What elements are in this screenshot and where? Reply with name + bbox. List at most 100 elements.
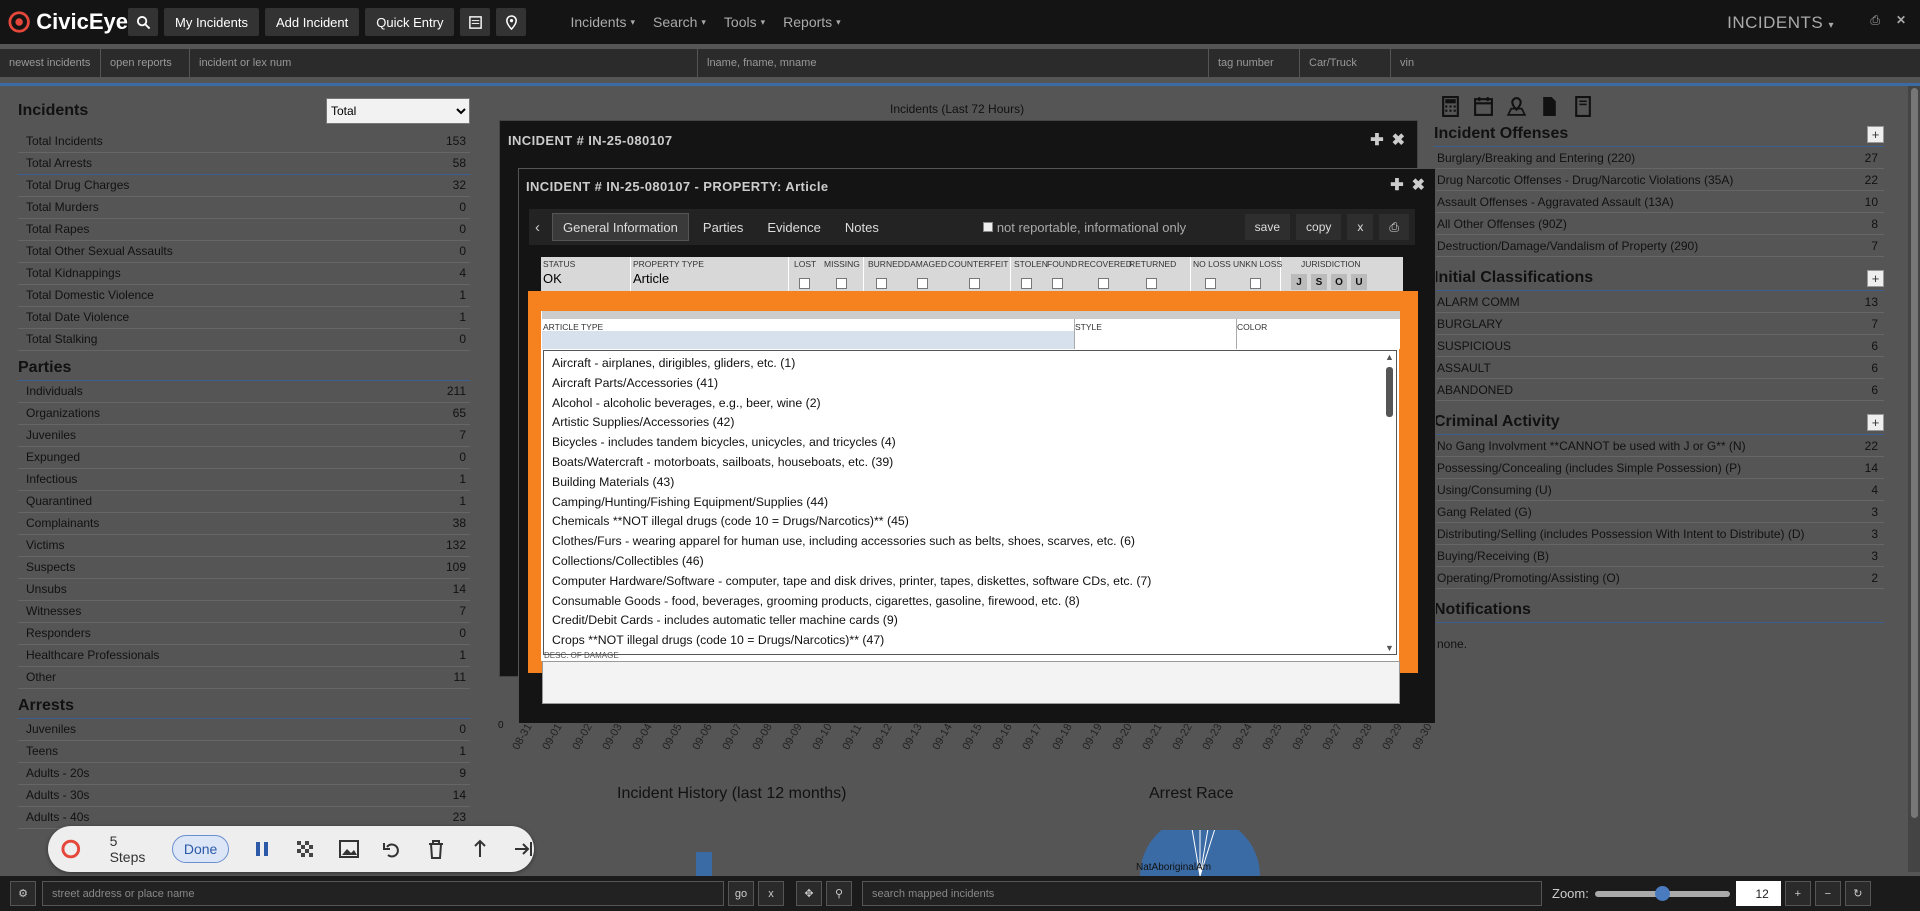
incidents-filter-select[interactable]: Total [326, 98, 470, 124]
list-item[interactable]: Other 11 [18, 667, 470, 689]
open-reports-link[interactable]: open reports [101, 49, 190, 77]
list-item[interactable]: BURGLARY 7 [1434, 313, 1884, 335]
list-item[interactable]: Drug Narcotic Offenses - Drug/Narcotic V… [1434, 169, 1884, 191]
list-button[interactable] [460, 8, 491, 36]
article-type-option[interactable]: Camping/Hunting/Fishing Equipment/Suppli… [544, 490, 1396, 510]
name-search-input[interactable]: lname, fname, mname [698, 49, 1209, 77]
print-button[interactable]: ⎙ [1379, 214, 1409, 240]
print-icon[interactable]: ⎙ [1870, 13, 1880, 28]
pin-button[interactable]: ⚲ [826, 881, 852, 906]
missing-checkbox[interactable] [836, 278, 847, 289]
tab-evidence[interactable]: Evidence [757, 213, 830, 241]
add-criminal-button[interactable]: + [1867, 413, 1884, 431]
list-item[interactable]: Total Rapes 0 [18, 219, 470, 241]
checkbox[interactable] [982, 222, 993, 232]
list-item[interactable]: Expunged 0 [18, 447, 470, 469]
vin-input[interactable]: vin [1391, 49, 1920, 77]
search-button[interactable] [128, 8, 158, 36]
list-item[interactable]: Using/Consuming (U) 4 [1434, 479, 1884, 501]
close-form-button[interactable]: x [1347, 214, 1374, 240]
list-item[interactable]: Adults - 20s 9 [18, 763, 470, 785]
tab-parties[interactable]: Parties [693, 213, 753, 241]
list-item[interactable]: Unsubs 14 [18, 579, 470, 601]
add-incident-button[interactable]: Add Incident [264, 8, 360, 36]
address-input[interactable]: street address or place name [42, 881, 724, 906]
article-type-option[interactable]: Chemicals **NOT illegal drugs (code 10 =… [544, 509, 1396, 529]
list-item[interactable]: Quarantined 1 [18, 491, 470, 513]
menu-search[interactable]: Search [653, 14, 706, 30]
locate-button[interactable]: ✥ [796, 881, 822, 906]
damage-description-field[interactable]: DESC. OF DAMAGE [542, 651, 1400, 704]
app-logo[interactable]: CivicEye [0, 9, 128, 35]
list-item[interactable]: Total Arrests 58 [18, 153, 470, 175]
list-item[interactable]: Suspects 109 [18, 557, 470, 579]
list-item[interactable]: ALARM COMM 13 [1434, 291, 1884, 313]
add-offense-button[interactable]: + [1867, 125, 1884, 143]
stolen-checkbox[interactable] [1021, 278, 1032, 289]
zoom-value[interactable]: 12 [1735, 881, 1781, 906]
settings-button[interactable]: ⚙ [10, 881, 36, 906]
article-type-option[interactable]: Artistic Supplies/Accessories (42) [544, 410, 1396, 430]
list-item[interactable]: Individuals 211 [18, 381, 470, 403]
article-type-option[interactable]: Aircraft - airplanes, dirigibles, glider… [544, 351, 1396, 371]
tab-general-information[interactable]: General Information [552, 213, 689, 241]
dropdown-scroll-thumb[interactable] [1386, 367, 1393, 417]
list-item[interactable]: SUSPICIOUS 6 [1434, 335, 1884, 357]
exit-icon[interactable] [512, 838, 534, 860]
list-item[interactable]: Burglary/Breaking and Entering (220) 27 [1434, 147, 1884, 169]
jurisdiction-u[interactable]: U [1351, 274, 1367, 290]
incident-number-input[interactable]: incident or lex num [190, 49, 698, 77]
save-button[interactable]: save [1244, 214, 1291, 240]
list-item[interactable]: Total Drug Charges 32 [18, 175, 470, 197]
book-icon[interactable] [1572, 96, 1593, 117]
list-item[interactable]: Buying/Receiving (B) 3 [1434, 545, 1884, 567]
property-type-field[interactable]: PROPERTY TYPE Article [631, 257, 789, 293]
counterfeit-checkbox[interactable] [969, 278, 980, 289]
list-item[interactable]: Distributing/Selling (includes Possessio… [1434, 523, 1884, 545]
article-type-option[interactable]: Alcohol - alcoholic beverages, e.g., bee… [544, 391, 1396, 411]
damaged-checkbox[interactable] [917, 278, 928, 289]
go-button[interactable]: go [728, 881, 754, 906]
list-item[interactable]: Witnesses 7 [18, 601, 470, 623]
list-item[interactable]: Teens 1 [18, 741, 470, 763]
list-item[interactable]: Total Date Violence 1 [18, 307, 470, 329]
menu-reports[interactable]: Reports [783, 14, 841, 30]
list-item[interactable]: All Other Offenses (90Z) 8 [1434, 213, 1884, 235]
image-icon[interactable] [338, 838, 360, 860]
mapped-incidents-search[interactable]: search mapped incidents [862, 881, 1542, 906]
list-item[interactable]: Juveniles 0 [18, 719, 470, 741]
returned-checkbox[interactable] [1146, 278, 1157, 289]
list-item[interactable]: Victims 132 [18, 535, 470, 557]
recovered-checkbox[interactable] [1098, 278, 1109, 289]
scroll-up-icon[interactable]: ▲ [1385, 352, 1394, 362]
close-icon[interactable]: ✕ [1896, 13, 1906, 28]
copy-button[interactable]: copy [1296, 214, 1342, 240]
no-loss-checkbox[interactable] [1205, 278, 1216, 289]
calendar-icon[interactable] [1473, 96, 1494, 117]
jurisdiction-o[interactable]: O [1331, 274, 1347, 290]
menu-incidents[interactable]: Incidents [570, 14, 635, 30]
article-type-option[interactable]: Credit/Debit Cards - includes automatic … [544, 608, 1396, 628]
list-item[interactable]: Infectious 1 [18, 469, 470, 491]
page-scroll-thumb[interactable] [1911, 88, 1918, 818]
done-button[interactable]: Done [172, 835, 230, 863]
burned-checkbox[interactable] [876, 278, 887, 289]
found-checkbox[interactable] [1052, 278, 1063, 289]
article-type-dropdown[interactable]: Aircraft - airplanes, dirigibles, glider… [543, 350, 1397, 655]
refresh-button[interactable]: ↻ [1844, 881, 1871, 906]
list-item[interactable]: ABANDONED 6 [1434, 379, 1884, 401]
list-item[interactable]: ASSAULT 6 [1434, 357, 1884, 379]
article-type-option[interactable]: Computer Hardware/Software - computer, t… [544, 569, 1396, 589]
maximize-icon[interactable]: ✚ [1370, 130, 1383, 150]
list-item[interactable]: Responders 0 [18, 623, 470, 645]
jurisdiction-s[interactable]: S [1311, 274, 1327, 290]
module-title[interactable]: INCIDENTS ▾ [1727, 13, 1834, 33]
list-item[interactable]: Adults - 30s 14 [18, 785, 470, 807]
close-icon[interactable]: ✖ [1412, 175, 1425, 195]
article-type-option[interactable]: Consumable Goods - food, beverages, groo… [544, 589, 1396, 609]
pause-icon[interactable] [251, 838, 273, 860]
list-item[interactable]: Destruction/Damage/Vandalism of Property… [1434, 235, 1884, 257]
tab-notes[interactable]: Notes [835, 213, 889, 241]
scroll-down-icon[interactable]: ▼ [1385, 643, 1394, 653]
map-pin-button[interactable] [496, 8, 527, 36]
